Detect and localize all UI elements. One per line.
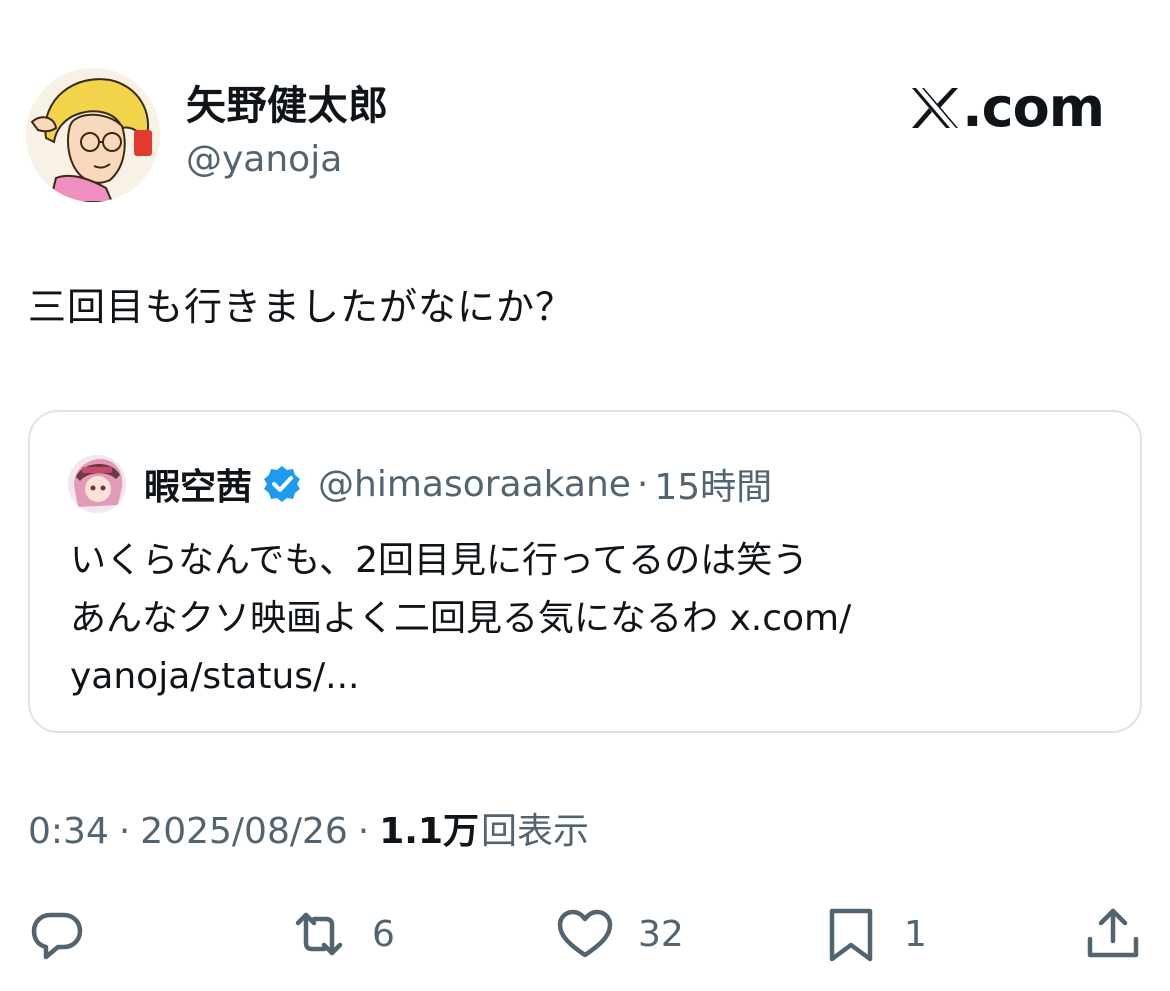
author-avatar[interactable] (26, 68, 160, 202)
tweet-date[interactable]: 2025/08/26 (140, 806, 348, 858)
views-label: 回表示 (481, 811, 590, 852)
heart-icon (557, 909, 613, 958)
tweet-screenshot: 矢野健太郎 @yanoja .com 三回目も行きましたがなにか？ 暇空茜 @h… (0, 0, 1170, 991)
x-logo-icon (912, 88, 959, 128)
quoted-text-line: いくらなんでも、2回目見に行ってるのは笑う (70, 540, 809, 581)
quoted-author-handle[interactable]: @himasoraakane (318, 464, 631, 505)
author-handle[interactable]: @yanoja (186, 138, 342, 182)
quoted-tweet-header: 暇空茜 @himasoraakane · 15時間 (68, 454, 772, 514)
brand-logo: .com (910, 76, 1105, 139)
tweet-time[interactable]: 0:34 (28, 806, 109, 858)
quoted-author-avatar-illustration (68, 455, 126, 513)
retweet-count: 6 (372, 913, 395, 955)
quoted-tweet-card[interactable]: 暇空茜 @himasoraakane · 15時間 いくらなんでも、2回目見に行… (28, 410, 1142, 733)
brand-label: .com (962, 76, 1105, 139)
quoted-text-line: yanoja/status/... (70, 656, 360, 697)
quoted-author-display-name[interactable]: 暇空茜 (144, 458, 252, 510)
views-count: 1.1万 (379, 811, 480, 852)
like-count: 32 (638, 913, 684, 955)
bookmark-icon (829, 908, 873, 962)
quoted-text-line: あんなクソ映画よく二回見る気になるわ x.com/ (70, 598, 852, 639)
verified-badge-icon (264, 466, 301, 502)
retweet-button[interactable]: 6 (290, 904, 395, 964)
bookmark-count: 1 (904, 913, 927, 955)
author-avatar-illustration (26, 68, 160, 202)
quoted-author-avatar[interactable] (68, 455, 126, 513)
tweet-meta: 0:34 · 2025/08/26 · 1.1万 回表示 (28, 806, 589, 858)
meta-separator: · (118, 811, 131, 852)
retweet-icon (295, 912, 343, 956)
tweet-text: 三回目も行きましたがなにか？ (28, 285, 575, 329)
quoted-separator: · (636, 463, 649, 505)
bookmark-button[interactable]: 1 (822, 904, 927, 964)
reply-icon (31, 912, 83, 960)
share-button[interactable] (1084, 904, 1142, 964)
share-icon (1087, 908, 1139, 958)
quoted-tweet-text: いくらなんでも、2回目見に行ってるのは笑う あんなクソ映画よく二回見る気になるわ… (70, 532, 1120, 706)
reply-button[interactable] (28, 904, 86, 964)
author-display-name[interactable]: 矢野健太郎 (186, 84, 389, 128)
meta-separator: · (357, 811, 370, 852)
like-button[interactable]: 32 (556, 904, 684, 964)
quoted-timestamp[interactable]: 15時間 (654, 458, 772, 510)
